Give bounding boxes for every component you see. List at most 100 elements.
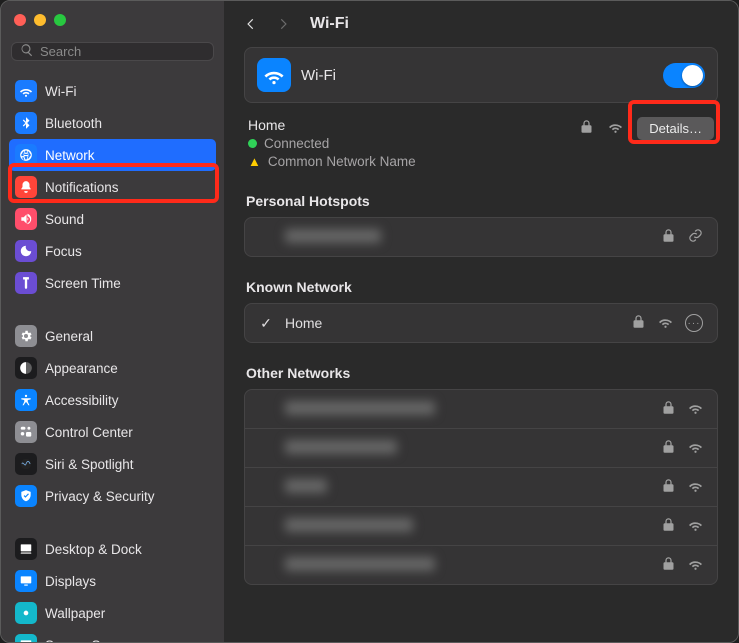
sidebar-item-label: Network bbox=[45, 148, 95, 163]
bluetooth-icon bbox=[15, 112, 37, 134]
general-icon bbox=[15, 325, 37, 347]
current-network-status: Connected bbox=[264, 136, 329, 151]
section-known-title: Known Network bbox=[246, 279, 716, 295]
known-networks-list: ✓Home ··· bbox=[244, 303, 718, 343]
screentime-icon bbox=[15, 272, 37, 294]
network-row[interactable] bbox=[245, 545, 717, 584]
sidebar-item-accessibility[interactable]: Accessibility bbox=[9, 384, 216, 416]
lock-icon bbox=[661, 478, 676, 496]
sidebar-item-label: Notifications bbox=[45, 180, 119, 195]
sidebar-item-label: General bbox=[45, 329, 93, 344]
wifi-toggle-label: Wi-Fi bbox=[301, 67, 653, 84]
link-icon[interactable] bbox=[688, 228, 703, 246]
sidebar-item-label: Privacy & Security bbox=[45, 489, 155, 504]
lock-icon bbox=[661, 228, 676, 246]
sidebar-item-wifi[interactable]: Wi-Fi bbox=[9, 75, 216, 107]
network-icon bbox=[15, 144, 37, 166]
sidebar-item-network[interactable]: Network bbox=[9, 139, 216, 171]
network-row[interactable] bbox=[245, 467, 717, 506]
window-controls bbox=[1, 1, 224, 36]
sound-icon bbox=[15, 208, 37, 230]
page-title: Wi-Fi bbox=[310, 15, 349, 33]
status-dot-icon bbox=[248, 139, 257, 148]
network-row[interactable] bbox=[245, 428, 717, 467]
siri-icon bbox=[15, 453, 37, 475]
section-hotspots-title: Personal Hotspots bbox=[246, 193, 716, 209]
privacy-icon bbox=[15, 485, 37, 507]
sidebar-item-general[interactable]: General bbox=[9, 320, 216, 352]
wifi-signal-icon bbox=[688, 400, 703, 418]
sidebar-search[interactable]: Search bbox=[11, 42, 214, 61]
hotspots-list bbox=[244, 217, 718, 257]
wifi-signal-icon bbox=[658, 314, 673, 332]
other-networks-list bbox=[244, 389, 718, 585]
sidebar-item-screensaver[interactable]: Screen Saver bbox=[9, 629, 216, 642]
wifi-signal-icon bbox=[688, 517, 703, 535]
sidebar-item-desktop[interactable]: Desktop & Dock bbox=[9, 533, 216, 565]
network-row[interactable] bbox=[245, 218, 717, 256]
current-network: Home Connected ▲ Common Network Name bbox=[244, 111, 718, 171]
current-network-name: Home bbox=[248, 117, 579, 133]
wifi-toggle-panel: Wi-Fi bbox=[244, 47, 718, 103]
lock-icon bbox=[661, 556, 676, 574]
network-row[interactable] bbox=[245, 506, 717, 545]
desktop-icon bbox=[15, 538, 37, 560]
sidebar-item-label: Wi-Fi bbox=[45, 84, 76, 99]
lock-icon bbox=[661, 439, 676, 457]
sidebar-item-screentime[interactable]: Screen Time bbox=[9, 267, 216, 299]
sidebar-item-focus[interactable]: Focus bbox=[9, 235, 216, 267]
sidebar-item-privacy[interactable]: Privacy & Security bbox=[9, 480, 216, 512]
sidebar-item-label: Screen Time bbox=[45, 276, 121, 291]
sidebar-item-notifications[interactable]: Notifications bbox=[9, 171, 216, 203]
screensaver-icon bbox=[15, 634, 37, 642]
accessibility-icon bbox=[15, 389, 37, 411]
section-other-title: Other Networks bbox=[246, 365, 716, 381]
details-button[interactable]: Details… bbox=[637, 117, 714, 140]
sidebar-item-label: Sound bbox=[45, 212, 84, 227]
more-options-button[interactable]: ··· bbox=[685, 314, 703, 332]
sidebar-item-bluetooth[interactable]: Bluetooth bbox=[9, 107, 216, 139]
nav-forward[interactable] bbox=[274, 15, 292, 33]
sidebar-item-label: Siri & Spotlight bbox=[45, 457, 134, 472]
warning-icon: ▲ bbox=[248, 155, 261, 168]
network-name-redacted bbox=[285, 229, 381, 243]
sidebar-item-displays[interactable]: Displays bbox=[9, 565, 216, 597]
notifications-icon bbox=[15, 176, 37, 198]
lock-icon bbox=[579, 119, 594, 139]
sidebar-item-label: Bluetooth bbox=[45, 116, 102, 131]
network-name-redacted bbox=[285, 557, 435, 571]
sidebar-item-appearance[interactable]: Appearance bbox=[9, 352, 216, 384]
sidebar-item-label: Screen Saver bbox=[45, 638, 127, 643]
sidebar-item-label: Control Center bbox=[45, 425, 133, 440]
zoom-window[interactable] bbox=[54, 14, 66, 26]
sidebar-item-controlcenter[interactable]: Control Center bbox=[9, 416, 216, 448]
wifi-signal-icon bbox=[608, 119, 623, 139]
sidebar-item-label: Appearance bbox=[45, 361, 118, 376]
search-icon bbox=[20, 43, 34, 60]
sidebar-item-sound[interactable]: Sound bbox=[9, 203, 216, 235]
lock-icon bbox=[661, 400, 676, 418]
network-name: Home bbox=[285, 315, 619, 331]
wifi-signal-icon bbox=[688, 556, 703, 574]
wallpaper-icon bbox=[15, 602, 37, 624]
content-topbar: Wi-Fi bbox=[224, 1, 738, 47]
sidebar-item-label: Accessibility bbox=[45, 393, 119, 408]
wifi-icon bbox=[15, 80, 37, 102]
focus-icon bbox=[15, 240, 37, 262]
sidebar-item-label: Wallpaper bbox=[45, 606, 105, 621]
sidebar-item-wallpaper[interactable]: Wallpaper bbox=[9, 597, 216, 629]
network-name-redacted bbox=[285, 479, 327, 493]
displays-icon bbox=[15, 570, 37, 592]
minimize-window[interactable] bbox=[34, 14, 46, 26]
lock-icon bbox=[631, 314, 646, 332]
sidebar-item-siri[interactable]: Siri & Spotlight bbox=[9, 448, 216, 480]
controlcenter-icon bbox=[15, 421, 37, 443]
wifi-toggle-switch[interactable] bbox=[663, 63, 705, 88]
close-window[interactable] bbox=[14, 14, 26, 26]
nav-back[interactable] bbox=[242, 15, 260, 33]
search-placeholder: Search bbox=[40, 44, 81, 59]
network-row[interactable]: ✓Home ··· bbox=[245, 304, 717, 342]
network-row[interactable] bbox=[245, 390, 717, 428]
settings-sidebar: Search Wi-Fi Bluetooth Network Notificat… bbox=[1, 1, 224, 642]
network-name-redacted bbox=[285, 518, 413, 532]
